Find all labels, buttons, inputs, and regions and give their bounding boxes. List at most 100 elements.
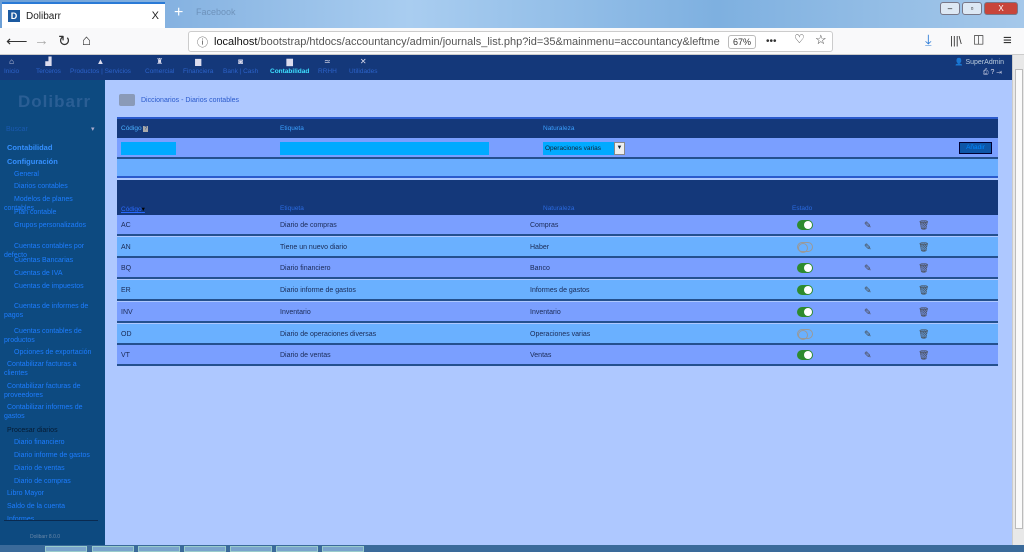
sidebar-item-cuentas-de-impuestos[interactable]: Cuentas de impuestos — [4, 282, 100, 291]
home-button[interactable]: ⌂ — [82, 32, 91, 49]
pocket-icon[interactable]: ♡ — [794, 32, 805, 46]
status-toggle[interactable] — [797, 241, 813, 253]
topmenu-financiera[interactable]: ▆ Financiera — [183, 57, 213, 75]
topmenu-inicio[interactable]: ⌂ Inicio — [4, 57, 19, 75]
nature-select[interactable]: Operaciones varias ▼ — [543, 142, 625, 155]
sidebar-item-saldo-de-la-cuenta[interactable]: Saldo de la cuenta — [4, 502, 100, 511]
taskbar-item[interactable] — [322, 546, 364, 552]
bookmark-star-icon[interactable]: ☆ — [815, 32, 827, 48]
back-button[interactable]: ⟵ — [6, 32, 28, 50]
edit-pencil-icon[interactable]: ✎ — [864, 242, 872, 253]
sidebar-item-opciones-de-exportaci-n[interactable]: Opciones de exportación — [4, 348, 100, 357]
header-code: Código ? — [121, 125, 149, 132]
maximize-button[interactable]: ▫ — [962, 2, 982, 15]
new-tab-button[interactable]: + — [174, 4, 183, 22]
sidebar-item-plan-contable[interactable]: Plan contable — [4, 208, 100, 217]
sidebar-item-diario-de-compras[interactable]: Diario de compras — [4, 477, 100, 486]
url-bar[interactable]: ⓘ localhost /bootstrap/htdocs/accountanc… — [188, 31, 833, 52]
status-toggle[interactable] — [797, 220, 813, 230]
taskbar-item[interactable] — [92, 546, 134, 552]
menu-icon[interactable]: ≡ — [1003, 32, 1012, 49]
sort-by-code-link[interactable]: Código▾ — [121, 205, 145, 213]
journal-nature: Operaciones varias — [530, 330, 591, 338]
sidebar-item-diario-de-ventas[interactable]: Diario de ventas — [4, 464, 100, 473]
sidebar-item-contabilizar-facturas-de-proveedores[interactable]: Contabilizar facturas de proveedores — [4, 382, 100, 400]
sidebar-item-cuentas-de-iva[interactable]: Cuentas de IVA — [4, 269, 100, 278]
status-toggle[interactable] — [797, 285, 813, 296]
window-controls: – ▫ X — [940, 2, 1018, 15]
journal-label: Diario de compras — [280, 222, 337, 229]
window-close-button[interactable]: X — [984, 2, 1018, 15]
edit-pencil-icon[interactable]: ✎ — [864, 285, 872, 296]
sidebar-item-cuentas-bancarias[interactable]: Cuentas Bancarias — [4, 256, 100, 265]
sidebar-item-contabilizar-facturas-a-clientes[interactable]: Contabilizar facturas a clientes — [4, 360, 100, 378]
add-button[interactable]: Añadir — [959, 142, 992, 154]
sidebar-item-cuentas-contables-de-productos[interactable]: Cuentas contables de productos — [4, 327, 100, 345]
journals-table: Código▾ Etiqueta Naturaleza Estado AC Dia… — [117, 180, 998, 367]
taskbar-item[interactable] — [276, 546, 318, 552]
status-toggle[interactable] — [797, 350, 813, 361]
reload-button[interactable]: ↻ — [58, 32, 71, 50]
edit-pencil-icon[interactable]: ✎ — [864, 263, 872, 274]
edit-pencil-icon[interactable]: ✎ — [864, 307, 872, 318]
delete-trash-icon[interactable]: 🗑 — [918, 263, 929, 274]
sidebar-item-contabilizar-informes-de-gastos[interactable]: Contabilizar informes de gastos — [4, 403, 100, 421]
taskbar-item[interactable] — [138, 546, 180, 552]
sidebar-item-procesar-diarios[interactable]: Procesar diarios — [4, 426, 100, 435]
taskbar-item[interactable] — [184, 546, 226, 552]
topmenu-productos[interactable]: ▲ Productos | Servicios — [70, 57, 131, 75]
label-input[interactable] — [280, 142, 489, 155]
delete-trash-icon[interactable]: 🗑 — [918, 307, 929, 318]
taskbar-item[interactable] — [45, 546, 87, 552]
browser-tab-facebook[interactable]: Facebook — [196, 7, 236, 17]
forward-button[interactable]: → — [34, 32, 49, 49]
table-row: OD Diario de operaciones diversas Operacio… — [117, 323, 998, 345]
topmenu-utilidades[interactable]: ✕ Utilidades — [349, 57, 378, 75]
topmenu-bank[interactable]: ◙ Bank | Cash — [223, 57, 258, 75]
library-icon[interactable]: |||\ — [950, 35, 962, 47]
sidebar-item-diario-informe-de-gastos[interactable]: Diario informe de gastos — [4, 451, 100, 460]
delete-trash-icon[interactable]: 🗑 — [918, 285, 929, 296]
vertical-scrollbar[interactable] — [1012, 55, 1024, 545]
browser-tab-dolibarr[interactable]: D Dolibarr X — [2, 2, 165, 28]
minimize-button[interactable]: – — [940, 2, 960, 15]
sidebar-item-configuraci-n[interactable]: Configuración — [4, 157, 100, 166]
delete-trash-icon[interactable]: 🗑 — [918, 329, 929, 340]
delete-trash-icon[interactable]: 🗑 — [918, 242, 929, 253]
edit-pencil-icon[interactable]: ✎ — [864, 329, 872, 340]
sidebar-item-cuentas-de-informes-de-pagos[interactable]: Cuentas de informes de pagos — [4, 302, 100, 320]
sidebar-item-libro-mayor[interactable]: Libro Mayor — [4, 489, 100, 498]
sidebar-item-diario-financiero[interactable]: Diario financiero — [4, 438, 100, 447]
sidebar-item-diarios-contables[interactable]: Diarios contables — [4, 182, 100, 191]
logout-icon[interactable]: ⇥ — [996, 69, 1004, 76]
journal-code: BQ — [121, 265, 132, 273]
download-icon[interactable]: ⤓ — [925, 32, 932, 49]
taskbar-item[interactable] — [230, 546, 272, 552]
status-toggle[interactable] — [797, 263, 813, 274]
status-toggle[interactable] — [797, 306, 813, 317]
sidebar-item-general[interactable]: General — [4, 170, 100, 179]
delete-trash-icon[interactable]: 🗑 — [918, 220, 929, 231]
scrollbar-thumb[interactable] — [1015, 69, 1023, 529]
home-icon: ⌂ — [9, 57, 15, 66]
page-actions-button[interactable]: ••• — [766, 36, 777, 47]
topmenu-contabilidad[interactable]: ▆ Contabilidad — [270, 57, 309, 75]
topmenu-terceros[interactable]: ▟ Terceros — [36, 57, 61, 75]
search-select[interactable]: Buscar ▾ — [6, 125, 95, 134]
status-toggle[interactable] — [797, 328, 813, 340]
sidebar-toggle-icon[interactable]: ◫ — [973, 32, 984, 46]
delete-trash-icon[interactable]: 🗑 — [918, 350, 929, 361]
table-row: VT Diario de ventas Ventas ✎ 🗑 — [117, 345, 998, 367]
edit-pencil-icon[interactable]: ✎ — [864, 220, 872, 231]
user-link[interactable]: 👤 SuperAdmin — [955, 58, 1004, 66]
sidebar-item-grupos-personalizados[interactable]: Grupos personalizados — [4, 221, 100, 230]
col-status: Estado — [792, 205, 813, 212]
zoom-level[interactable]: 67% — [728, 35, 757, 49]
tab-close-button[interactable]: X — [152, 10, 159, 22]
header-nature: Naturaleza — [543, 125, 575, 132]
edit-pencil-icon[interactable]: ✎ — [864, 350, 872, 361]
sidebar-item-contabilidad[interactable]: Contabilidad — [4, 143, 100, 152]
code-input[interactable] — [121, 142, 176, 155]
topmenu-rrhh[interactable]: ≃ RRHH — [318, 57, 337, 75]
topmenu-comercial[interactable]: ♜ Comercial — [145, 57, 174, 75]
